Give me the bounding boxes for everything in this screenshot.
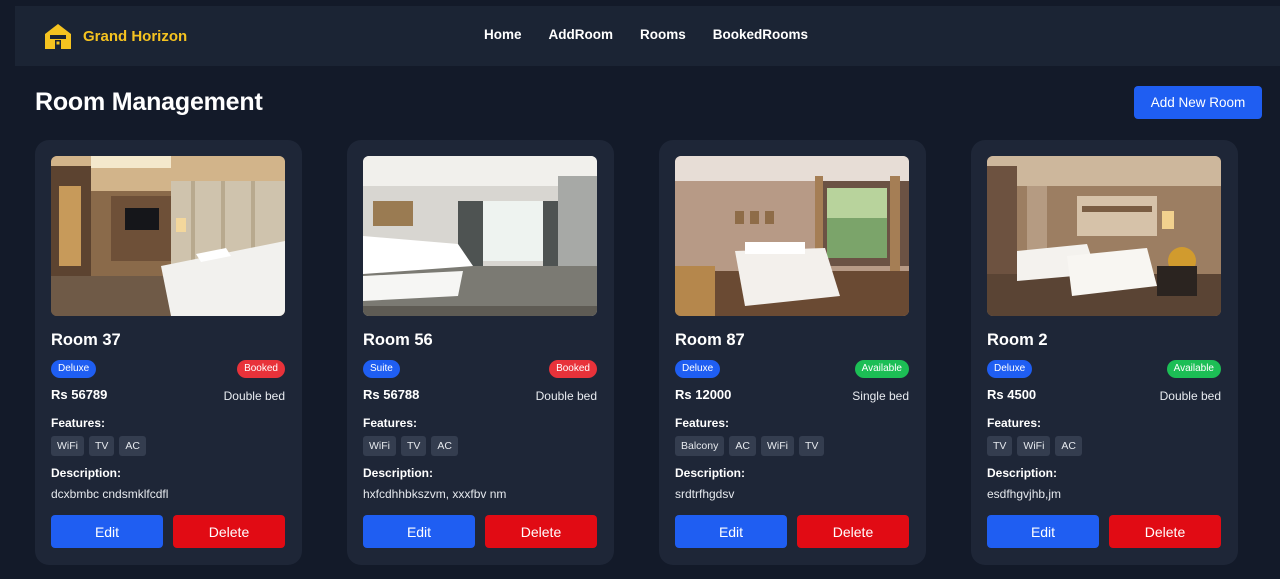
feature-list: WiFi TV AC	[51, 436, 151, 456]
feature-chip: AC	[119, 436, 147, 456]
nav-links: Home AddRoom Rooms BookedRooms	[484, 27, 808, 42]
room-price: Rs 12000	[675, 387, 732, 402]
room-type-badge: Deluxe	[51, 360, 97, 378]
feature-chip: WiFi	[760, 436, 794, 456]
add-new-room-button[interactable]: Add New Room	[1134, 86, 1262, 119]
feature-list: TV WiFi AC	[987, 436, 1087, 456]
features-label: Features:	[51, 416, 106, 430]
room-name: Room 37	[51, 331, 121, 349]
house-icon	[44, 22, 72, 50]
features-label: Features:	[675, 416, 730, 430]
nav-rooms[interactable]: Rooms	[640, 27, 686, 42]
description-label: Description:	[987, 466, 1058, 480]
nav-booked-rooms[interactable]: BookedRooms	[713, 27, 808, 42]
delete-button[interactable]: Delete	[173, 515, 285, 548]
bed-type: Double bed	[223, 389, 285, 403]
room-description: srdtrfhgdsv	[675, 487, 735, 501]
delete-button[interactable]: Delete	[797, 515, 909, 548]
room-price: Rs 56788	[363, 387, 420, 402]
bed-type: Double bed	[1159, 389, 1221, 403]
feature-chip: Balcony	[675, 436, 725, 456]
room-card: Room 87 Deluxe Available Rs 12000 Single…	[659, 140, 926, 565]
feature-chip: WiFi	[51, 436, 84, 456]
features-label: Features:	[987, 416, 1042, 430]
room-name: Room 56	[363, 331, 433, 349]
room-photo	[363, 156, 597, 316]
description-label: Description:	[51, 466, 122, 480]
delete-button[interactable]: Delete	[485, 515, 597, 548]
features-label: Features:	[363, 416, 418, 430]
brand[interactable]: Grand Horizon	[44, 22, 187, 50]
feature-chip: TV	[987, 436, 1013, 456]
feature-chip: AC	[431, 436, 459, 456]
room-name: Room 87	[675, 331, 745, 349]
page-title: Room Management	[35, 88, 263, 116]
room-photo	[51, 156, 285, 316]
feature-chip: TV	[89, 436, 115, 456]
feature-chip: TV	[401, 436, 427, 456]
status-badge: Booked	[549, 360, 597, 378]
edit-button[interactable]: Edit	[51, 515, 163, 548]
room-description: hxfcdhhbkszvm, xxxfbv nm	[363, 487, 507, 501]
feature-list: Balcony AC WiFi TV	[675, 436, 829, 456]
description-label: Description:	[363, 466, 434, 480]
room-price: Rs 56789	[51, 387, 108, 402]
room-card: Room 2 Deluxe Available Rs 4500 Double b…	[971, 140, 1238, 565]
room-type-badge: Deluxe	[675, 360, 721, 378]
room-photo	[675, 156, 909, 316]
edit-button[interactable]: Edit	[987, 515, 1099, 548]
edit-button[interactable]: Edit	[363, 515, 475, 548]
edit-button[interactable]: Edit	[675, 515, 787, 548]
navbar: Grand Horizon Home AddRoom Rooms BookedR…	[15, 6, 1280, 66]
room-price: Rs 4500	[987, 387, 1037, 402]
status-badge: Booked	[237, 360, 285, 378]
room-type-badge: Suite	[363, 360, 400, 378]
room-card: Room 56 Suite Booked Rs 56788 Double bed…	[347, 140, 614, 565]
nav-home[interactable]: Home	[484, 27, 522, 42]
room-name: Room 2	[987, 331, 1048, 349]
brand-name: Grand Horizon	[83, 27, 188, 45]
room-description: dcxbmbc cndsmklfcdfl	[51, 487, 169, 501]
nav-add-room[interactable]: AddRoom	[549, 27, 614, 42]
room-description: esdfhgvjhb,jm	[987, 487, 1062, 501]
feature-chip: AC	[1055, 436, 1083, 456]
room-type-badge: Deluxe	[987, 360, 1033, 378]
room-card: Room 37 Deluxe Booked Rs 56789 Double be…	[35, 140, 302, 565]
room-photo	[987, 156, 1221, 316]
status-badge: Available	[854, 360, 909, 378]
feature-chip: TV	[798, 436, 825, 456]
feature-list: WiFi TV AC	[363, 436, 463, 456]
bed-type: Double bed	[535, 389, 597, 403]
feature-chip: WiFi	[363, 436, 396, 456]
bed-type: Single bed	[852, 389, 909, 403]
description-label: Description:	[675, 466, 746, 480]
feature-chip: WiFi	[1017, 436, 1051, 456]
delete-button[interactable]: Delete	[1109, 515, 1221, 548]
feature-chip: AC	[729, 436, 756, 456]
status-badge: Available	[1166, 360, 1221, 378]
